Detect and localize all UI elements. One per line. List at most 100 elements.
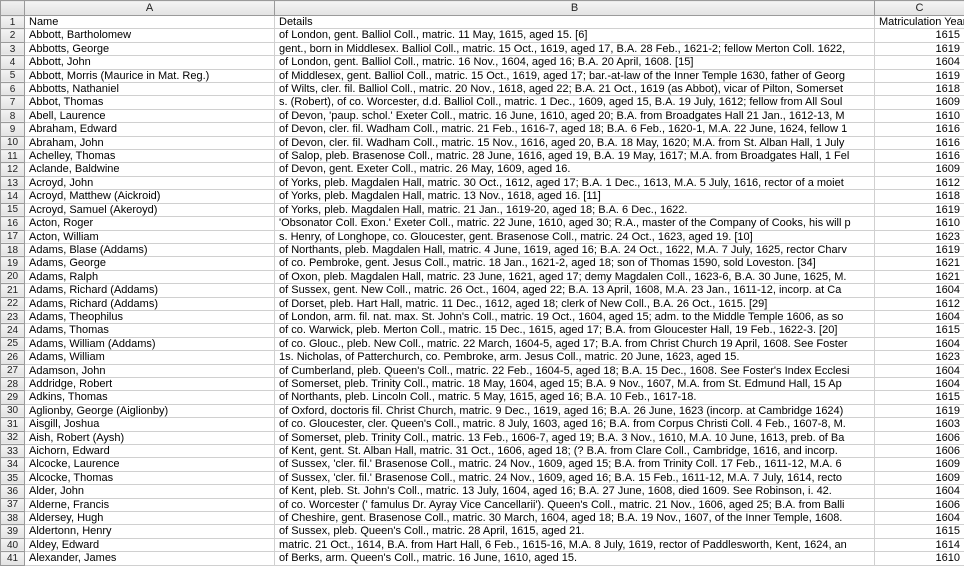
row-header[interactable]: 25 [1,337,25,350]
row-header[interactable]: 14 [1,190,25,203]
cell-name[interactable]: Abraham, Edward [25,123,275,136]
cell-name[interactable]: Aclande, Baldwine [25,163,275,176]
cell-details[interactable]: of Wilts, cler. fil. Balliol Coll., matr… [275,83,875,96]
row-header[interactable]: 21 [1,284,25,297]
row-header[interactable]: 24 [1,324,25,337]
row-header[interactable]: 26 [1,351,25,364]
cell-details[interactable]: matric. 21 Oct., 1614, B.A. from Hart Ha… [275,538,875,551]
cell-details[interactable]: of London, gent. Balliol Coll., matric. … [275,56,875,69]
cell-details[interactable]: of Sussex, gent. New Coll., matric. 26 O… [275,284,875,297]
row-header[interactable]: 36 [1,485,25,498]
cell-year[interactable]: 1621 [875,270,964,283]
row-header[interactable]: 13 [1,176,25,189]
cell-year[interactable]: 1604 [875,377,964,390]
cell-details[interactable]: s. (Robert), of co. Worcester, d.d. Ball… [275,96,875,109]
cell-name[interactable]: Adams, Richard (Addams) [25,284,275,297]
cell-year[interactable]: 1606 [875,431,964,444]
row-header[interactable]: 28 [1,377,25,390]
row-header[interactable]: 6 [1,83,25,96]
cell-year[interactable]: 1619 [875,243,964,256]
row-header[interactable]: 39 [1,525,25,538]
cell-year[interactable]: 1609 [875,163,964,176]
cell-name[interactable]: Adams, William (Addams) [25,337,275,350]
row-header[interactable]: 12 [1,163,25,176]
column-header-C[interactable]: C [875,1,964,16]
cell-year[interactable]: 1621 [875,257,964,270]
cell-name[interactable]: Abbotts, Nathaniel [25,83,275,96]
row-header[interactable]: 29 [1,391,25,404]
cell-details[interactable]: of Northants, pleb. Lincoln Coll., matri… [275,391,875,404]
cell-details[interactable]: of co. Warwick, pleb. Merton Coll., matr… [275,324,875,337]
cell-details[interactable]: of co. Glouc., pleb. New Coll., matric. … [275,337,875,350]
row-header[interactable]: 38 [1,512,25,525]
cell-name[interactable]: Acroyd, Samuel (Akeroyd) [25,203,275,216]
cell-details[interactable]: of Berks, arm. Queen's Coll., matric. 16… [275,552,875,565]
cell-name[interactable]: Alderne, Francis [25,498,275,511]
cell-year[interactable]: 1610 [875,109,964,122]
cell-details[interactable]: of Dorset, pleb. Hart Hall, matric. 11 D… [275,297,875,310]
cell-details[interactable]: 'Obsonator Coll. Exon.' Exeter Coll., ma… [275,217,875,230]
cell-name[interactable]: Acton, Roger [25,217,275,230]
cell-name[interactable]: Abbott, Bartholomew [25,29,275,42]
cell-name[interactable]: Aldertonn, Henry [25,525,275,538]
cell-details[interactable]: 1s. Nicholas, of Patterchurch, co. Pembr… [275,351,875,364]
cell-name[interactable]: Abbott, John [25,56,275,69]
row-header[interactable]: 33 [1,445,25,458]
cell-details[interactable]: of Kent, gent. St. Alban Hall, matric. 3… [275,445,875,458]
cell-name[interactable]: Adams, Richard (Addams) [25,297,275,310]
header-cell-year[interactable]: Matriculation Year [875,16,964,29]
cell-year[interactable]: 1604 [875,512,964,525]
row-header[interactable]: 4 [1,56,25,69]
cell-details[interactable]: of Devon, cler. fil. Wadham Coll., matri… [275,136,875,149]
cell-year[interactable]: 1609 [875,471,964,484]
cell-year[interactable]: 1612 [875,297,964,310]
row-header[interactable]: 31 [1,418,25,431]
row-header[interactable]: 32 [1,431,25,444]
row-header[interactable]: 19 [1,257,25,270]
cell-year[interactable]: 1609 [875,96,964,109]
cell-details[interactable]: of Northants, pleb. Magdalen Hall, matri… [275,243,875,256]
cell-details[interactable]: of Devon, 'paup. schol.' Exeter Coll., m… [275,109,875,122]
cell-details[interactable]: of Somerset, pleb. Trinity Coll., matric… [275,431,875,444]
cell-details[interactable]: of Somerset, pleb. Trinity Coll., matric… [275,377,875,390]
cell-details[interactable]: of Sussex, 'cler. fil.' Brasenose Coll.,… [275,458,875,471]
cell-name[interactable]: Alder, John [25,485,275,498]
cell-name[interactable]: Abraham, John [25,136,275,149]
cell-year[interactable]: 1615 [875,525,964,538]
cell-year[interactable]: 1623 [875,351,964,364]
row-header[interactable]: 9 [1,123,25,136]
cell-year[interactable]: 1616 [875,136,964,149]
cell-name[interactable]: Adamson, John [25,364,275,377]
cell-details[interactable]: gent., born in Middlesex. Balliol Coll.,… [275,42,875,55]
cell-year[interactable]: 1618 [875,190,964,203]
row-header[interactable]: 22 [1,297,25,310]
cell-details[interactable]: of Salop, pleb. Brasenose Coll., matric.… [275,150,875,163]
cell-year[interactable]: 1604 [875,284,964,297]
cell-details[interactable]: of Yorks, pleb. Magdalen Hall, matric. 2… [275,203,875,216]
cell-name[interactable]: Adkins, Thomas [25,391,275,404]
cell-details[interactable]: of Yorks, pleb. Magdalen Hall, matric. 1… [275,190,875,203]
cell-name[interactable]: Aish, Robert (Aysh) [25,431,275,444]
cell-name[interactable]: Aichorn, Edward [25,445,275,458]
cell-details[interactable]: of co. Worcester (' famulus Dr. Ayray Vi… [275,498,875,511]
cell-year[interactable]: 1610 [875,217,964,230]
cell-year[interactable]: 1619 [875,69,964,82]
cell-details[interactable]: of Sussex, pleb. Queen's Coll., matric. … [275,525,875,538]
header-cell-details[interactable]: Details [275,16,875,29]
cell-details[interactable]: of London, gent. Balliol Coll., matric. … [275,29,875,42]
cell-name[interactable]: Alcocke, Thomas [25,471,275,484]
cell-year[interactable]: 1604 [875,56,964,69]
row-header-1[interactable]: 1 [1,16,25,29]
cell-details[interactable]: s. Henry, of Longhope, co. Gloucester, g… [275,230,875,243]
row-header[interactable]: 40 [1,538,25,551]
cell-name[interactable]: Adams, Theophilus [25,310,275,323]
cell-year[interactable]: 1615 [875,29,964,42]
row-header[interactable]: 27 [1,364,25,377]
cell-year[interactable]: 1615 [875,391,964,404]
cell-year[interactable]: 1604 [875,337,964,350]
cell-year[interactable]: 1604 [875,485,964,498]
column-header-B[interactable]: B [275,1,875,16]
cell-name[interactable]: Aldey, Edward [25,538,275,551]
row-header[interactable]: 7 [1,96,25,109]
cell-name[interactable]: Adams, George [25,257,275,270]
